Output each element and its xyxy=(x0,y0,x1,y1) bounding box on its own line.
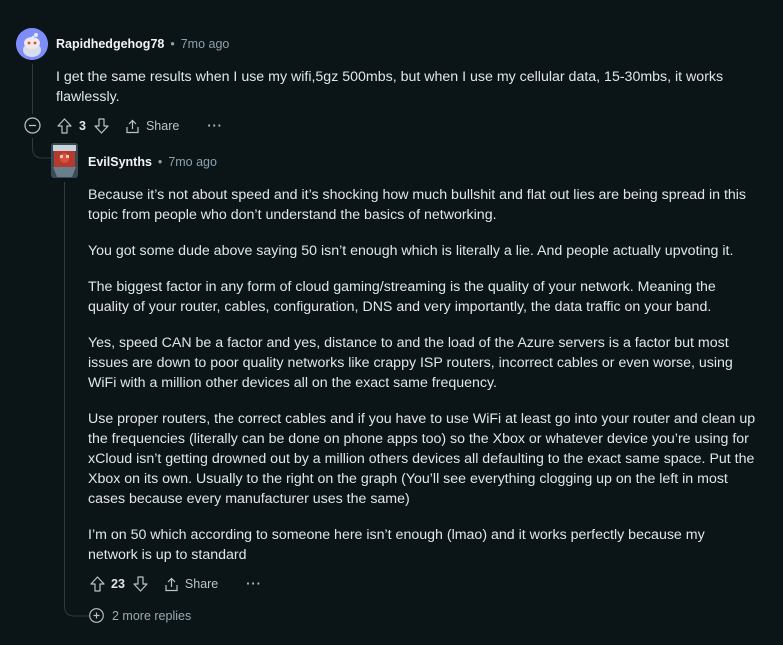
avatar[interactable] xyxy=(51,143,78,178)
more-options-button[interactable]: ··· xyxy=(207,119,223,133)
comment-actions: 23 Share ··· xyxy=(88,575,262,593)
thread-line xyxy=(32,64,33,114)
thread-connector xyxy=(32,138,52,159)
share-button[interactable]: Share xyxy=(164,577,218,592)
more-replies-label: 2 more replies xyxy=(112,608,192,623)
upvote-icon[interactable] xyxy=(88,576,106,592)
comment-header: Rapidhedgehog78 • 7mo ago xyxy=(56,37,229,51)
paragraph: Use proper routers, the correct cables a… xyxy=(88,411,756,507)
more-options-button[interactable]: ··· xyxy=(246,577,262,591)
paragraph: You got some dude above saying 50 isn’t … xyxy=(88,243,734,259)
separator-dot: • xyxy=(157,155,163,169)
share-label: Share xyxy=(145,119,180,133)
paragraph: Because it’s not about speed and it’s sh… xyxy=(88,187,747,223)
collapse-button[interactable] xyxy=(24,117,41,134)
collapse-icon xyxy=(24,117,41,134)
more-replies-button[interactable]: 2 more replies xyxy=(89,608,191,623)
comment-body: Because it’s not about speed and it’s sh… xyxy=(88,185,756,565)
plus-circle-icon xyxy=(89,608,104,623)
upvote-icon[interactable] xyxy=(55,118,73,134)
timestamp[interactable]: 7mo ago xyxy=(168,155,217,169)
timestamp[interactable]: 7mo ago xyxy=(181,37,230,51)
downvote-icon[interactable] xyxy=(132,576,150,592)
vote-count: 23 xyxy=(111,577,125,591)
comment-actions: 3 Share ··· xyxy=(55,117,223,135)
username[interactable]: Rapidhedgehog78 xyxy=(56,37,164,51)
vote-count: 3 xyxy=(79,119,86,133)
comment-body: I get the same results when I use my wif… xyxy=(56,69,724,105)
separator-dot: • xyxy=(170,37,175,51)
share-icon xyxy=(165,577,178,591)
downvote-icon[interactable] xyxy=(93,118,111,134)
paragraph: Yes, speed CAN be a factor and yes, dist… xyxy=(88,335,733,391)
thread-connector-2 xyxy=(64,598,90,617)
paragraph: The biggest factor in any form of cloud … xyxy=(88,279,716,315)
username[interactable]: EvilSynths xyxy=(88,155,152,169)
share-icon xyxy=(126,119,139,133)
paragraph: I’m on 50 which according to someone her… xyxy=(88,527,705,563)
avatar[interactable] xyxy=(16,28,48,60)
comment-header: EvilSynths • 7mo ago xyxy=(88,155,217,169)
thread-line-2 xyxy=(64,182,65,604)
share-label: Share xyxy=(184,577,219,591)
share-button[interactable]: Share xyxy=(125,119,179,134)
